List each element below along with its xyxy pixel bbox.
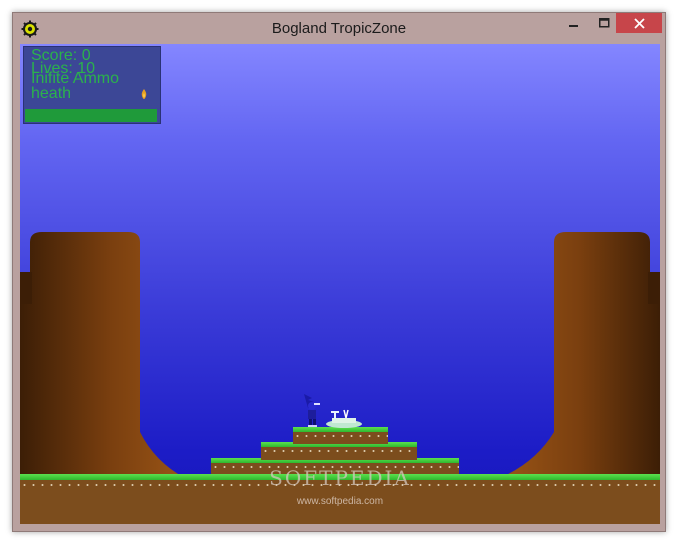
platform-middle (261, 442, 417, 460)
turret-sprite-icon (326, 409, 362, 428)
watermark-brand: SOFTPEDIA (269, 466, 411, 490)
maximize-button[interactable] (591, 13, 617, 33)
minimize-icon (569, 25, 578, 27)
hud-health-label: heath (31, 85, 72, 102)
health-bar (25, 109, 159, 122)
watermark-url: www.softpedia.com (296, 496, 384, 507)
app-window: Bogland TropicZone SOFTPEDIA www.softped… (12, 12, 666, 532)
tree-trunk-right (500, 232, 660, 478)
health-bar-fill (25, 109, 157, 122)
close-icon (633, 17, 645, 29)
maximize-icon (598, 18, 609, 28)
minimize-button[interactable] (561, 13, 587, 33)
flame-icon (141, 89, 147, 99)
title-bar[interactable]: Bogland TropicZone (13, 13, 665, 45)
hud-panel: Score: 0 Lives: 10 Inifite Ammo heath (23, 46, 161, 124)
platform-top (293, 427, 388, 444)
platform-pebbles (293, 434, 388, 438)
game-viewport[interactable]: SOFTPEDIA www.softpedia.com Score: 0 Liv… (20, 44, 660, 524)
player-sprite-icon (304, 394, 320, 427)
close-button[interactable] (616, 13, 662, 33)
tree-trunk-left (20, 232, 185, 478)
platform-pebbles (261, 449, 417, 453)
